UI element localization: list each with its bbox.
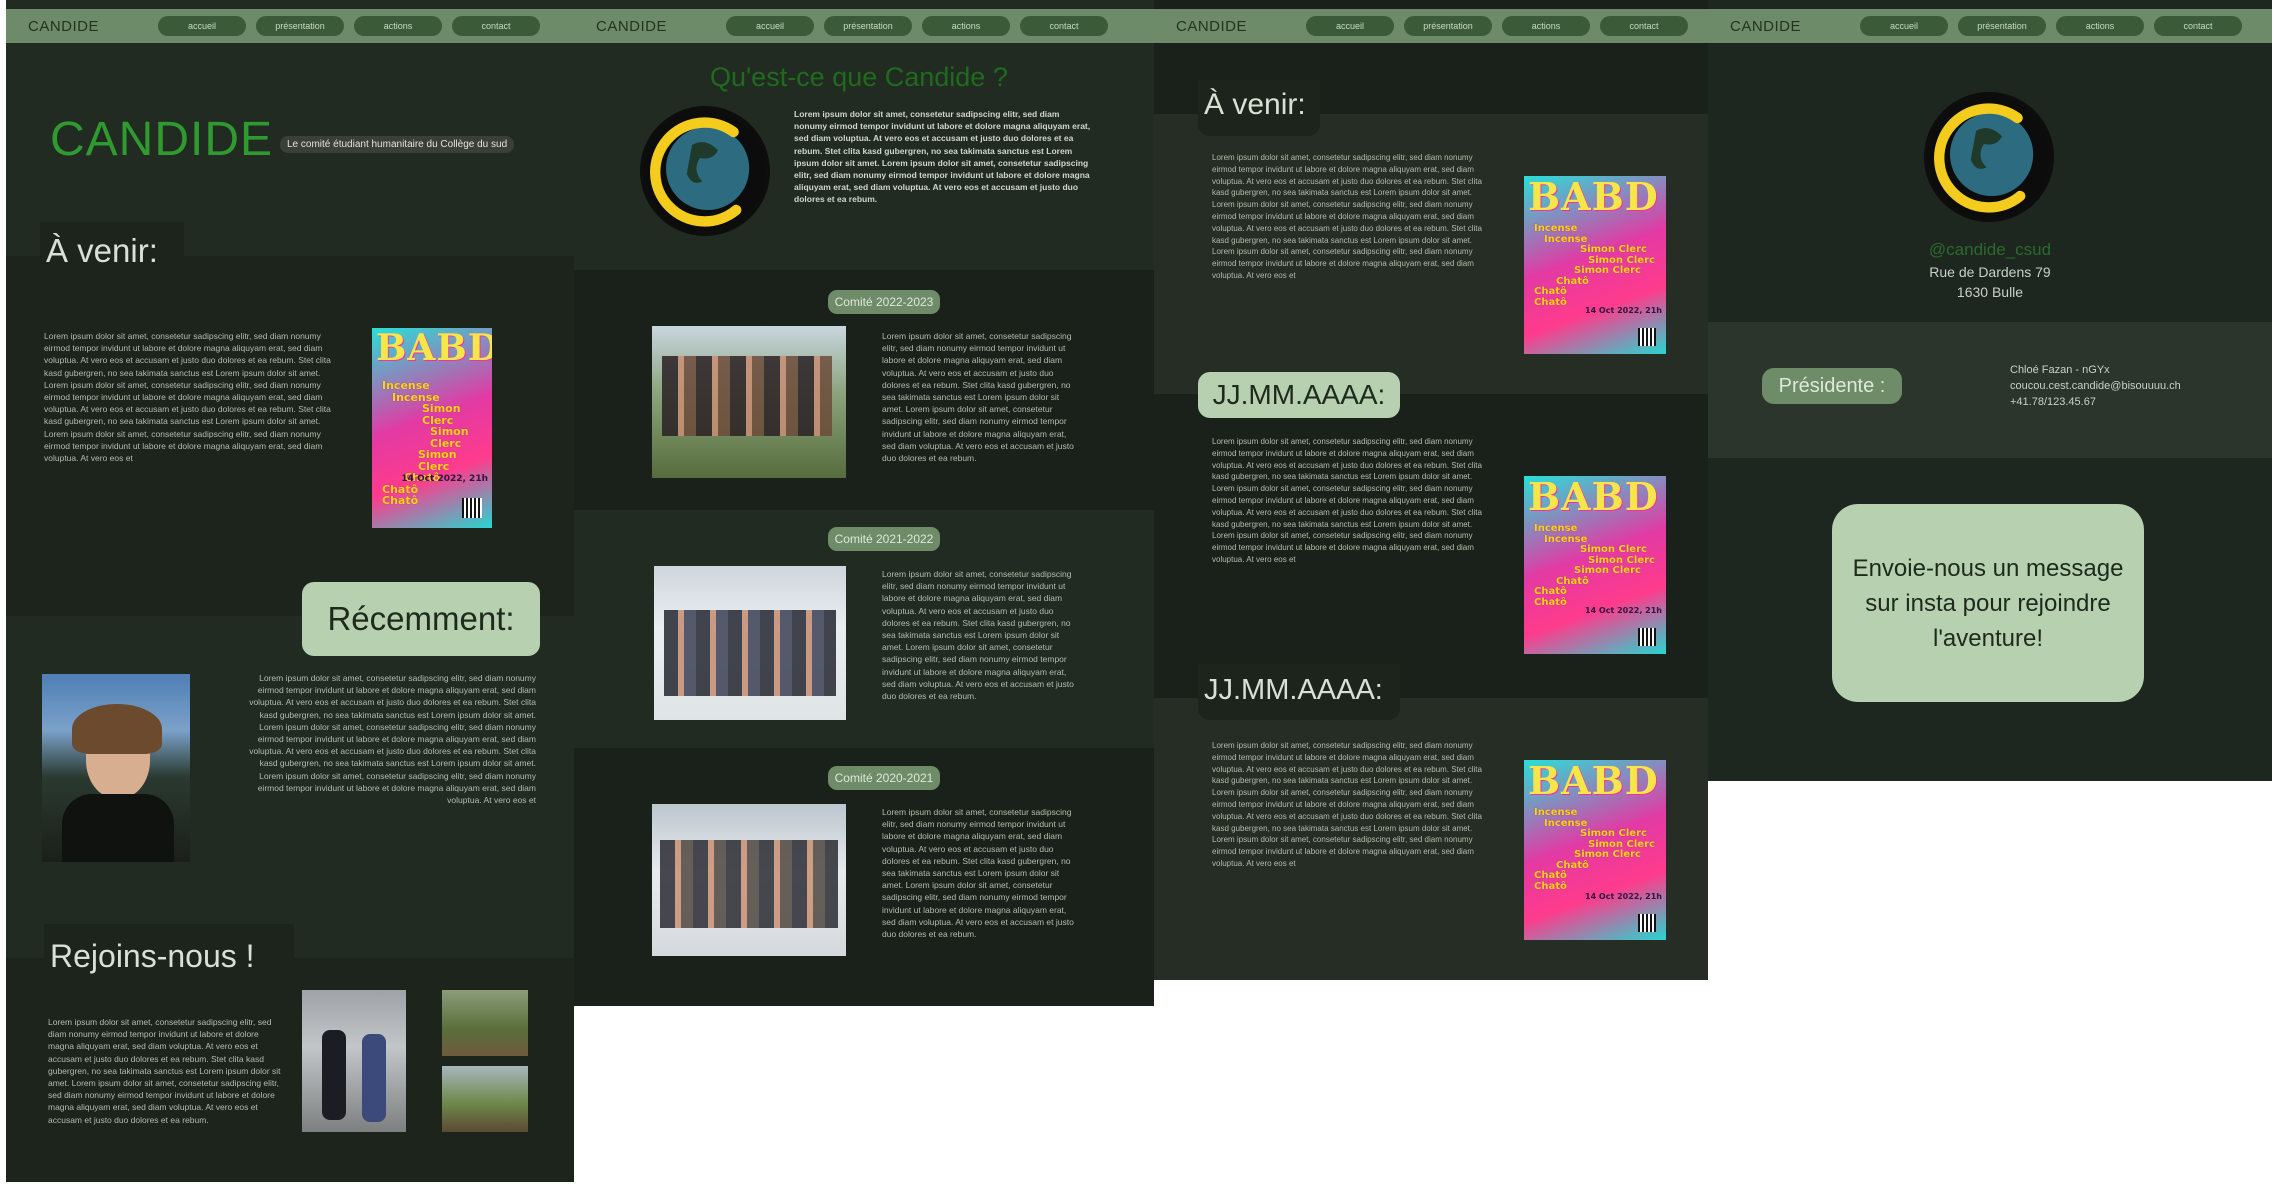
candide-logo (1924, 92, 2054, 222)
presentation-title: Qu'est-ce que Candide ? (710, 62, 1008, 92)
home-tagline: Le comité étudiant humanitaire du Collèg… (280, 136, 515, 153)
nav-contact[interactable]: contact (2154, 16, 2242, 36)
brand-logo-text[interactable]: CANDIDE (1730, 18, 1860, 35)
upcoming-heading: À venir: (40, 222, 184, 298)
nav-accueil[interactable]: accueil (158, 16, 246, 36)
join-text: Lorem ipsum dolor sit amet, consetetur s… (48, 1017, 281, 1125)
event-poster: BABD Incense Incense Simon Clerc Simon Cle… (372, 328, 492, 528)
president-email-link[interactable]: coucou.cest.candide@bisouuuu.ch (2010, 380, 2181, 392)
actions-date-heading-2: JJ.MM.AAAA: (1198, 664, 1400, 720)
join-photo-1 (302, 990, 406, 1132)
committee-photo-2 (654, 566, 846, 720)
president-phone: +41.78/123.45.67 (2010, 396, 2096, 408)
join-photo-2 (442, 990, 528, 1056)
committee-label-2: Comité 2021-2022 (828, 527, 940, 551)
address-line-2: 1630 Bulle (1956, 284, 2024, 300)
recent-heading: Récemment: (302, 582, 540, 656)
recent-photo (42, 674, 190, 862)
nav-accueil[interactable]: accueil (1860, 16, 1948, 36)
navbar: CANDIDE accueil présentation actions con… (1154, 9, 1708, 43)
committee-label-3: Comité 2020-2021 (828, 766, 940, 790)
nav-actions[interactable]: actions (354, 16, 442, 36)
nav-actions[interactable]: actions (1502, 16, 1590, 36)
nav-presentation[interactable]: présentation (1404, 16, 1492, 36)
navbar: CANDIDE accueil présentation actions con… (6, 9, 574, 43)
actions-date-text-1: Lorem ipsum dolor sit amet, consetetur s… (1212, 437, 1482, 564)
join-cta-card[interactable]: Envoie-nous un message sur insta pour re… (1832, 504, 2144, 702)
presentation-page-panel: CANDIDE accueil présentation actions con… (574, 0, 1154, 1006)
actions-date-heading-1: JJ.MM.AAAA: (1198, 372, 1400, 418)
nav-presentation[interactable]: présentation (824, 16, 912, 36)
home-page-panel: CANDIDE accueil présentation actions con… (6, 0, 574, 1182)
committee-photo-3 (652, 804, 846, 956)
committee-text-2: Lorem ipsum dolor sit amet, consetetur s… (882, 569, 1074, 702)
nav-contact[interactable]: contact (452, 16, 540, 36)
navbar: CANDIDE accueil présentation actions con… (1708, 9, 2272, 43)
committee-text-1: Lorem ipsum dolor sit amet, consetetur s… (882, 331, 1074, 464)
nav-contact[interactable]: contact (1600, 16, 1688, 36)
event-poster-3: BABD Incense Incense Simon Clerc Simon Cle… (1524, 760, 1666, 940)
president-label: Présidente : (1762, 368, 1902, 404)
brand-logo-text[interactable]: CANDIDE (1176, 18, 1306, 35)
nav-accueil[interactable]: accueil (1306, 16, 1394, 36)
address-line-1: Rue de Dardens 79 (1929, 264, 2051, 280)
event-poster-2: BABD Incense Incense Simon Clerc Simon Cle… (1524, 476, 1666, 654)
nav-actions[interactable]: actions (2056, 16, 2144, 36)
contact-page-panel: CANDIDE accueil présentation actions con… (1708, 0, 2272, 781)
presentation-intro: Lorem ipsum dolor sit amet, consetetur s… (794, 109, 1091, 205)
committee-text-3: Lorem ipsum dolor sit amet, consetetur s… (882, 807, 1074, 940)
nav-presentation[interactable]: présentation (1958, 16, 2046, 36)
nav-actions[interactable]: actions (922, 16, 1010, 36)
join-cta-text: Envoie-nous un message sur insta pour re… (1852, 554, 2124, 652)
committee-label-1: Comité 2022-2023 (828, 290, 940, 314)
committee-photo-1 (652, 326, 846, 478)
actions-upcoming-heading: À venir: (1198, 80, 1320, 136)
join-heading: Rejoins-nous ! (44, 924, 294, 1002)
join-photo-3 (442, 1066, 528, 1132)
upcoming-text: Lorem ipsum dolor sit amet, consetetur s… (44, 331, 331, 464)
actions-page-panel: CANDIDE accueil présentation actions con… (1154, 0, 1708, 980)
home-title: CANDIDE (50, 113, 274, 166)
brand-logo-text[interactable]: CANDIDE (596, 18, 726, 35)
nav-accueil[interactable]: accueil (726, 16, 814, 36)
instagram-handle-link[interactable]: @candide_csud (1708, 240, 2272, 260)
nav-contact[interactable]: contact (1020, 16, 1108, 36)
navbar: CANDIDE accueil présentation actions con… (574, 9, 1154, 43)
president-name: Chloé Fazan - nGYx (2010, 364, 2110, 376)
actions-upcoming-text: Lorem ipsum dolor sit amet, consetetur s… (1212, 153, 1482, 280)
brand-logo-text[interactable]: CANDIDE (28, 18, 158, 35)
actions-date-text-2: Lorem ipsum dolor sit amet, consetetur s… (1212, 741, 1482, 868)
event-poster-1: BABD Incense Incense Simon Clerc Simon Cle… (1524, 176, 1666, 354)
candide-logo (640, 106, 770, 236)
recent-text: Lorem ipsum dolor sit amet, consetetur s… (249, 673, 536, 806)
nav-presentation[interactable]: présentation (256, 16, 344, 36)
